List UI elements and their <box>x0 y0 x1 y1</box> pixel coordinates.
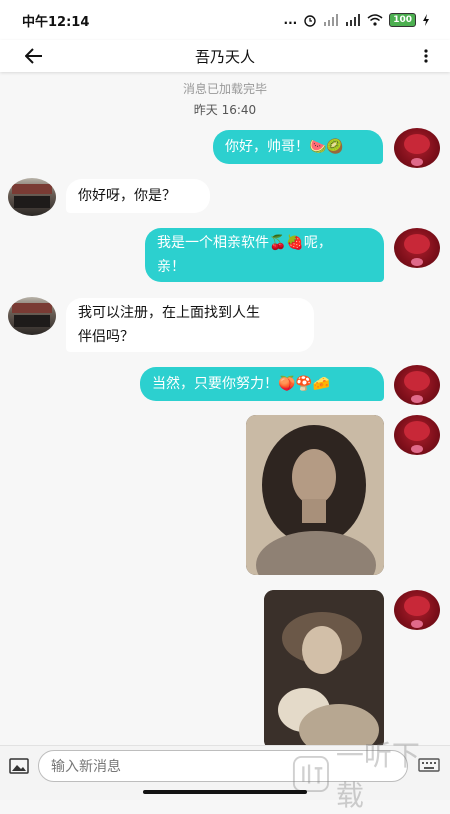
watermark-text: 一听下载 <box>335 739 420 812</box>
avatar-image-icon <box>404 596 430 628</box>
message-line: 亲！ <box>157 259 185 275</box>
status-time: 中午12:14 <box>22 14 90 30</box>
message-emoji: 🍉🥝 <box>309 139 344 155</box>
message-line: 我是一个相亲软件🍒🍓呢， <box>157 231 332 255</box>
battery-icon: 100 <box>389 13 416 27</box>
avatar-image-icon <box>404 421 430 453</box>
portrait-photo <box>264 590 384 745</box>
avatar-image-icon <box>12 184 52 208</box>
charging-icon <box>423 14 429 26</box>
message-text: 我是一个相亲软件 <box>157 235 269 251</box>
message-text: 呢， <box>303 235 332 251</box>
avatar-image-icon <box>404 134 430 166</box>
chat-title: 吾乃天人 <box>194 47 255 66</box>
more-dots-icon: ... <box>283 13 298 27</box>
status-icons: ... 100 <box>284 13 430 27</box>
message-bubble-received[interactable]: 你好呀，你是？ <box>66 179 210 213</box>
vertical-dots-icon <box>424 49 428 63</box>
my-avatar[interactable] <box>394 228 440 268</box>
home-indicator[interactable] <box>143 790 307 794</box>
watermark: 一听下载 <box>292 739 442 812</box>
message-bubble-received[interactable]: 我可以注册，在上面找到人生 伴侣吗？ <box>66 298 314 352</box>
my-avatar[interactable] <box>394 415 440 455</box>
contact-avatar[interactable] <box>8 297 56 335</box>
app-bar: 吾乃天人 <box>0 40 450 72</box>
photo-message[interactable] <box>264 590 384 745</box>
message-emoji: 🍒🍓 <box>269 235 304 251</box>
message-bubble-sent[interactable]: 你好，帅哥！ 🍉🥝 <box>213 130 383 164</box>
message-text: 你好呀，你是？ <box>78 188 176 204</box>
signal-2-icon <box>346 14 361 26</box>
arrow-left-icon <box>25 48 42 64</box>
loaded-notice: 消息已加载完毕 <box>182 82 267 96</box>
avatar-image-icon <box>404 371 430 403</box>
portrait-photo <box>246 415 384 575</box>
watermark-logo-icon <box>292 756 329 792</box>
message-text: 当然，只要你努力！ <box>152 376 278 392</box>
message-bubble-sent[interactable]: 当然，只要你努力！ 🍑🍄🧀 <box>140 367 384 401</box>
avatar-image-icon <box>404 234 430 266</box>
message-line: 我可以注册，在上面找到人生 <box>78 305 260 321</box>
more-options-button[interactable] <box>420 40 432 72</box>
alarm-icon <box>304 15 316 27</box>
photo-message[interactable] <box>246 415 384 575</box>
image-picker-icon[interactable] <box>9 758 29 774</box>
chat-area[interactable]: 消息已加载完毕 昨天 16:40 你好，帅哥！ 🍉🥝 你好呀，你是？ 我是一个相… <box>0 72 450 745</box>
back-button[interactable] <box>20 40 48 72</box>
timestamp: 昨天 16:40 <box>193 103 257 117</box>
avatar-image-icon <box>12 303 52 327</box>
my-avatar[interactable] <box>394 590 440 630</box>
message-bubble-sent[interactable]: 我是一个相亲软件🍒🍓呢， 亲！ <box>145 228 384 282</box>
message-text: 你好，帅哥！ <box>225 139 309 155</box>
contact-avatar[interactable] <box>8 178 56 216</box>
message-emoji: 🍑🍄🧀 <box>278 376 331 392</box>
my-avatar[interactable] <box>394 365 440 405</box>
signal-icon <box>324 14 339 26</box>
my-avatar[interactable] <box>394 128 440 168</box>
status-bar: 中午12:14 ... 100 <box>0 0 450 40</box>
message-line: 伴侣吗？ <box>78 329 134 345</box>
wifi-icon <box>367 14 383 26</box>
